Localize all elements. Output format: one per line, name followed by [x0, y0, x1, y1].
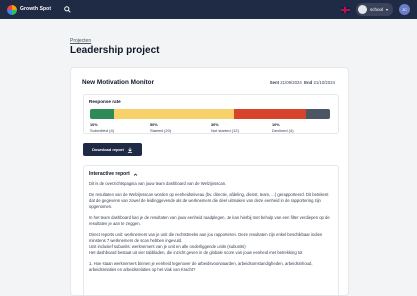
interactive-report-panel: Interactive report Dit is de overzichtsp…: [83, 165, 339, 296]
logo[interactable]: Growth Spot: [7, 4, 52, 15]
legend-label: Not started (12): [211, 128, 239, 133]
end-label: End: [304, 80, 313, 85]
segment-started[interactable]: [114, 109, 234, 119]
response-rate-bar: [90, 109, 330, 119]
report-paragraph: In het team dashboard kan je de resultat…: [89, 215, 330, 226]
legend-started: 50% Started (20): [150, 123, 171, 133]
report-paragraph: Direct reports unit: werknemers van je u…: [89, 232, 323, 255]
segment-submitted[interactable]: [90, 109, 114, 119]
download-label: Download report: [92, 147, 124, 152]
school-label: school: [369, 7, 383, 12]
monitor-dates: Sent 21/09/2024 End 21/10/2024: [270, 80, 335, 85]
interactive-report-body: Dit is de overzichtspagina van jouw team…: [89, 181, 333, 278]
breadcrumb[interactable]: Projecten: [70, 38, 91, 44]
end-date: 21/10/2024: [313, 80, 335, 85]
school-selector[interactable]: school ▾: [355, 3, 393, 16]
legend-label: Submitted (4): [90, 128, 115, 133]
top-navbar: Growth Spot school ▾ JC: [0, 0, 417, 19]
user-avatar[interactable]: JC: [399, 4, 410, 15]
chevron-down-icon: ▾: [385, 7, 388, 12]
page-title: Leadership project: [70, 45, 160, 56]
report-paragraph: Dit is de overzichtspagina van jouw team…: [89, 181, 227, 186]
uk-flag-icon[interactable]: [340, 6, 350, 13]
response-rate-label: Response rate: [89, 99, 121, 104]
school-avatar: [357, 5, 367, 14]
response-rate-panel: Response rate 10% Submitted (4) 50% Star…: [83, 94, 339, 134]
legend-label: Declined (4): [272, 128, 294, 133]
interactive-report-title: Interactive report: [89, 171, 130, 177]
search-icon[interactable]: [63, 5, 72, 14]
legend-label: Started (20): [150, 128, 172, 133]
logo-icon: [7, 4, 17, 15]
segment-declined[interactable]: [306, 109, 330, 119]
legend-not-started: 30% Not started (12): [211, 123, 239, 133]
legend-submitted: 10% Submitted (4): [90, 123, 114, 133]
sent-date: 21/09/2024: [280, 80, 302, 85]
sent-label: Sent: [269, 80, 280, 85]
interactive-report-toggle[interactable]: Interactive report: [89, 171, 138, 177]
monitor-card: New Motivation Monitor Sent 21/09/2024 E…: [70, 67, 349, 296]
report-paragraph: De resultaten van de Welzijnsscan worden…: [89, 192, 329, 209]
report-paragraph: 1. Hoe staan werknemers binnen je eenhei…: [89, 261, 313, 272]
segment-not-started[interactable]: [234, 109, 306, 119]
chevron-up-icon: [133, 172, 138, 176]
monitor-title: New Motivation Monitor: [82, 79, 155, 86]
download-report-button[interactable]: Download report: [83, 143, 142, 156]
logo-text: Growth Spot: [20, 6, 52, 12]
legend-declined: 10% Declined (4): [272, 123, 294, 133]
download-icon: [127, 147, 132, 153]
